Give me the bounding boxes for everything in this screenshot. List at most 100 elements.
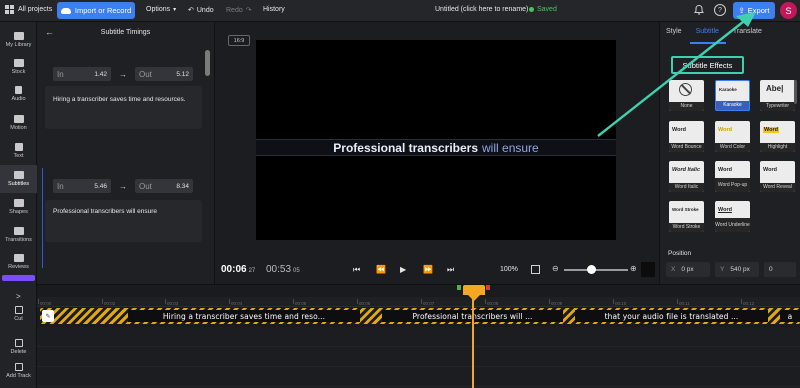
- ruler-tick: 00:12: [740, 299, 755, 306]
- history-button[interactable]: History: [263, 6, 285, 13]
- project-title-text: Untitled (click here to rename): [435, 6, 529, 13]
- effect-label: Highlight: [760, 143, 795, 152]
- fullscreen-icon[interactable]: [531, 265, 540, 274]
- subtitle-clip[interactable]: that your audio file is translated ...: [575, 310, 768, 322]
- subtitle-effects-heading: Subtitle Effects: [671, 56, 744, 74]
- ruler-tick: 00:03: [164, 299, 179, 306]
- in-time-field[interactable]: In 1.42: [53, 67, 111, 81]
- avatar[interactable]: S: [780, 2, 797, 19]
- fast-forward-icon[interactable]: ⏩: [423, 265, 433, 274]
- subtitle-timings-panel: ← Subtitle Timings: [37, 22, 215, 284]
- import-or-record-button[interactable]: Import or Record: [57, 2, 135, 19]
- subtitle-text[interactable]: Hiring a transcriber saves time and reso…: [53, 95, 193, 105]
- rail-item-text[interactable]: Text: [0, 137, 37, 165]
- zoom-level[interactable]: 100%: [500, 266, 518, 273]
- effect-typewriter[interactable]: Abe| Typewriter: [760, 80, 795, 111]
- effect-highlight[interactable]: Word Highlight: [760, 121, 795, 152]
- undo-button[interactable]: ↶ Undo: [188, 6, 214, 15]
- add-track-icon: [14, 363, 23, 371]
- effect-none[interactable]: None: [669, 80, 704, 111]
- effect-label: None: [669, 102, 704, 111]
- position-z-field[interactable]: 0: [764, 262, 796, 277]
- rail-item-motion[interactable]: Motion: [0, 109, 37, 137]
- playhead[interactable]: [472, 287, 474, 388]
- panel-resize-handle[interactable]: [641, 262, 655, 277]
- redo-button[interactable]: Redo ↷: [226, 6, 252, 15]
- skip-back-icon[interactable]: ⏮: [353, 265, 360, 275]
- ruler-tick: 00:05: [292, 299, 307, 306]
- subtitle-text-card[interactable]: Hiring a transcriber saves time and reso…: [45, 86, 202, 129]
- subtitle-text[interactable]: Professional transcribers will ensure: [53, 207, 193, 217]
- in-value: 1.42: [94, 70, 107, 78]
- zoom-slider-handle[interactable]: [587, 265, 596, 274]
- properties-scrollbar[interactable]: [794, 80, 797, 104]
- out-time-field[interactable]: Out 8.34: [135, 179, 193, 193]
- import-label: Import or Record: [74, 6, 132, 15]
- rail-item-transitions[interactable]: Transitions: [0, 221, 37, 249]
- effect-word-reveal[interactable]: Word Word Reveal: [760, 161, 795, 192]
- effect-label: Word Color: [715, 143, 750, 152]
- effect-preview-text: Abe|: [766, 84, 784, 93]
- tab-style[interactable]: Style: [659, 28, 689, 42]
- saved-status: Saved: [529, 6, 557, 13]
- rail-item-stock[interactable]: Stock: [0, 53, 37, 81]
- subtitle-clip[interactable]: a: [780, 310, 800, 322]
- position-y-field[interactable]: Y 540 px: [715, 262, 759, 277]
- effect-karaoke[interactable]: Karaoke Karaoke: [715, 80, 750, 111]
- undo-label: Undo: [196, 6, 214, 14]
- all-projects-button[interactable]: All projects: [5, 5, 52, 14]
- zoom-slider[interactable]: [564, 269, 628, 271]
- effect-word-pop-up[interactable]: Word Word Pop-up: [715, 161, 750, 192]
- total-time-frames: 05: [293, 268, 300, 274]
- effect-word-stroke[interactable]: Word Stroke Word Stroke: [669, 201, 704, 232]
- effect-label: Word Italic: [669, 183, 704, 192]
- bell-icon[interactable]: [693, 4, 705, 16]
- rewind-icon[interactable]: ⏪: [376, 265, 386, 274]
- play-icon[interactable]: ▶: [400, 265, 406, 274]
- scissors-icon: [14, 306, 23, 314]
- rail-item-audio[interactable]: Audio: [0, 80, 37, 108]
- back-arrow-icon[interactable]: ←: [45, 27, 54, 37]
- out-time-field[interactable]: Out 5.12: [135, 67, 193, 81]
- options-menu[interactable]: Options ▾: [146, 6, 176, 13]
- effect-preview-text: Karaoke: [719, 87, 737, 92]
- effect-word-italic[interactable]: Word Italic Word Italic: [669, 161, 704, 192]
- aspect-ratio-button[interactable]: 16:9: [228, 35, 250, 46]
- effect-word-bounce[interactable]: Word Word Bounce: [669, 121, 704, 152]
- undo-icon: ↶: [188, 7, 194, 14]
- rail-item-my-library[interactable]: My Library: [0, 26, 37, 54]
- effect-word-underline[interactable]: Word Word Underline: [715, 201, 750, 232]
- position-x-field[interactable]: X 0 px: [666, 262, 710, 277]
- ruler-tick: 00:02: [101, 299, 116, 306]
- total-time-value: 00:53: [266, 264, 292, 275]
- help-icon[interactable]: ?: [714, 4, 726, 16]
- ruler-tick: 00:06: [356, 299, 371, 306]
- rail-item-shapes[interactable]: Shapes: [0, 193, 37, 221]
- effect-word-color[interactable]: Word Word Color: [715, 121, 750, 152]
- in-time-field[interactable]: In 5.46: [53, 179, 111, 193]
- rail-item-reviews[interactable]: Reviews: [0, 248, 37, 276]
- zoom-in-icon[interactable]: ⊕: [630, 264, 637, 273]
- zoom-out-icon[interactable]: ⊖: [552, 264, 559, 273]
- subtitle-clip[interactable]: Hiring a transcriber saves time and reso…: [128, 310, 360, 322]
- subtitle-overlay[interactable]: Professional transcribers will ensure: [256, 139, 616, 156]
- subtitle-text-card[interactable]: Professional transcribers will ensure: [45, 200, 202, 242]
- delete-tool[interactable]: Delete: [0, 339, 37, 355]
- export-button[interactable]: ⇪ Export: [733, 2, 775, 19]
- effect-preview-text: Word: [672, 127, 686, 133]
- saved-dot-icon: [529, 7, 534, 12]
- cut-tool[interactable]: Cut: [0, 306, 37, 322]
- empty-tracks[interactable]: [37, 327, 800, 388]
- tab-subtitle[interactable]: Subtitle: [689, 28, 726, 42]
- redo-label: Redo: [226, 6, 243, 14]
- skip-forward-icon[interactable]: ⏭: [447, 265, 454, 275]
- playhead-handle[interactable]: [463, 285, 485, 301]
- rail-item-subtitles[interactable]: Subtitles: [0, 165, 37, 193]
- ruler-tick: 00:11: [677, 299, 690, 306]
- collapse-chevron-icon[interactable]: >: [16, 292, 21, 301]
- add-track-tool[interactable]: Add Track: [0, 363, 37, 379]
- tab-translate[interactable]: Translate: [726, 28, 769, 42]
- project-title[interactable]: Untitled (click here to rename): [435, 6, 528, 13]
- track-lock-icon[interactable]: ✎: [42, 310, 54, 322]
- effects-title-text: Subtitle Effects: [682, 60, 733, 70]
